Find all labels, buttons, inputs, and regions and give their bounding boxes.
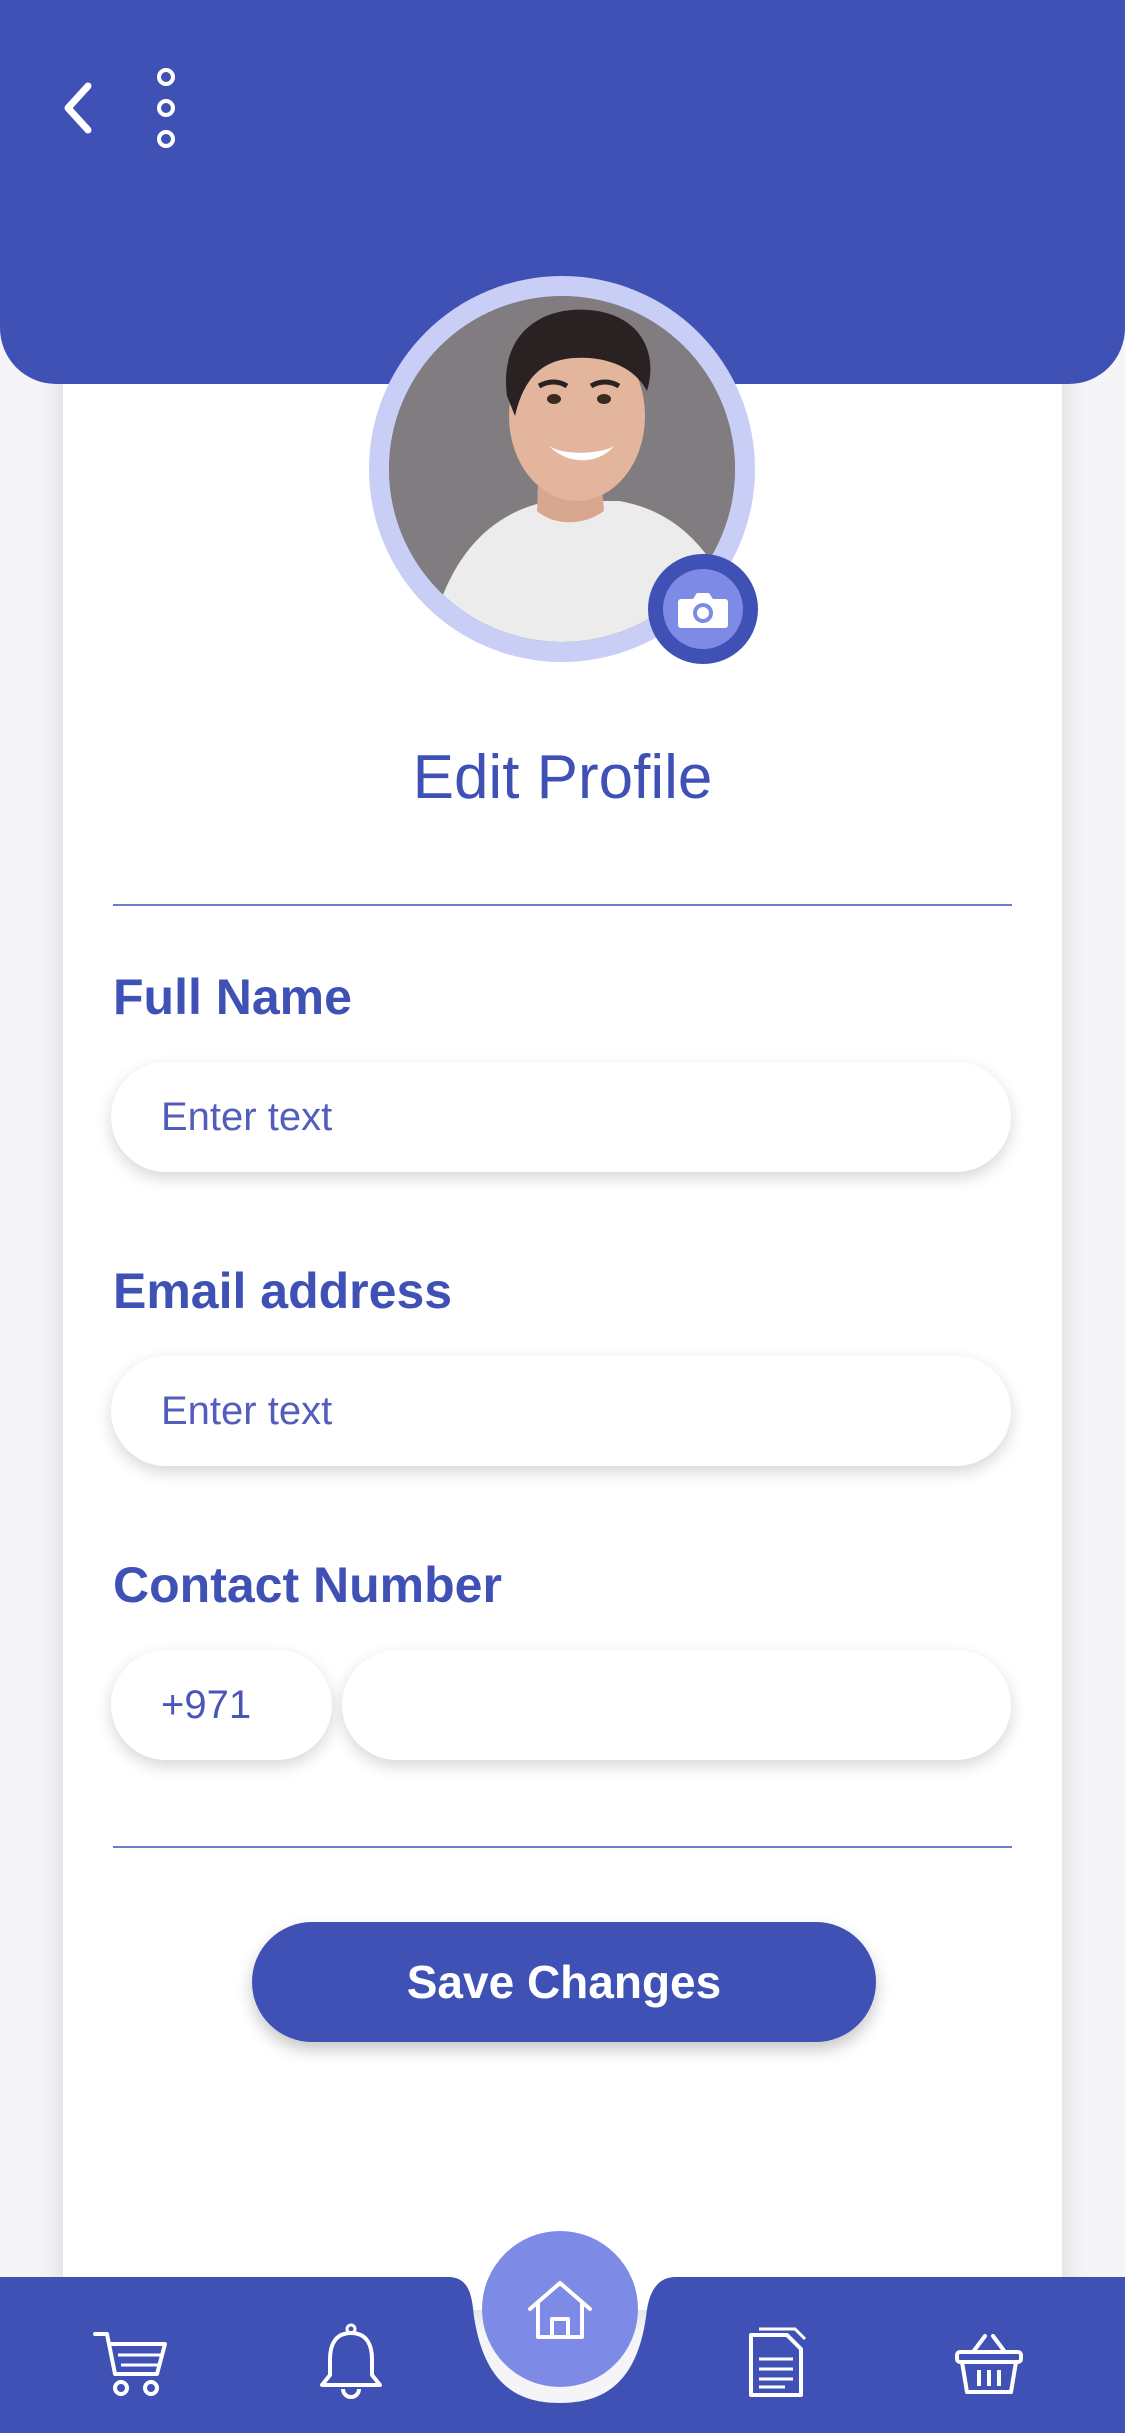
email-label: Email address: [113, 1263, 453, 1319]
bell-icon: [320, 2323, 382, 2399]
email-field[interactable]: [111, 1356, 1011, 1466]
phone-number-input[interactable]: [392, 1682, 1011, 1728]
documents-icon: [749, 2327, 807, 2397]
nav-cart[interactable]: [86, 2319, 176, 2409]
home-icon: [528, 2281, 592, 2339]
more-vertical-icon: [157, 68, 175, 148]
country-code-field[interactable]: +971: [111, 1650, 332, 1760]
nav-basket[interactable]: [944, 2319, 1034, 2409]
basket-icon: [955, 2334, 1023, 2394]
camera-icon-badge: [663, 569, 743, 649]
bottom-navigation: [0, 2231, 1125, 2433]
phone-number-field[interactable]: [342, 1650, 1011, 1760]
save-changes-button[interactable]: Save Changes: [252, 1922, 876, 2042]
form-divider: [113, 1846, 1012, 1848]
camera-icon: [678, 593, 728, 628]
nav-home[interactable]: [482, 2231, 638, 2387]
more-options-button[interactable]: [138, 64, 194, 152]
nav-notifications[interactable]: [306, 2317, 396, 2407]
edit-profile-screen: Edit Profile Full Name Email address Con…: [0, 0, 1125, 2433]
contact-number-label: Contact Number: [113, 1557, 502, 1613]
chevron-left-icon: [64, 82, 92, 134]
email-input[interactable]: [161, 1388, 1011, 1434]
country-code-value: +971: [161, 1682, 252, 1727]
nav-documents[interactable]: [732, 2317, 822, 2407]
full-name-field[interactable]: [111, 1062, 1011, 1172]
change-photo-button[interactable]: [648, 554, 758, 664]
full-name-input[interactable]: [161, 1094, 1011, 1140]
page-title: Edit Profile: [412, 743, 713, 812]
back-button[interactable]: [48, 72, 108, 144]
full-name-label: Full Name: [113, 969, 352, 1025]
title-divider: [113, 904, 1012, 906]
cart-icon: [93, 2332, 167, 2396]
